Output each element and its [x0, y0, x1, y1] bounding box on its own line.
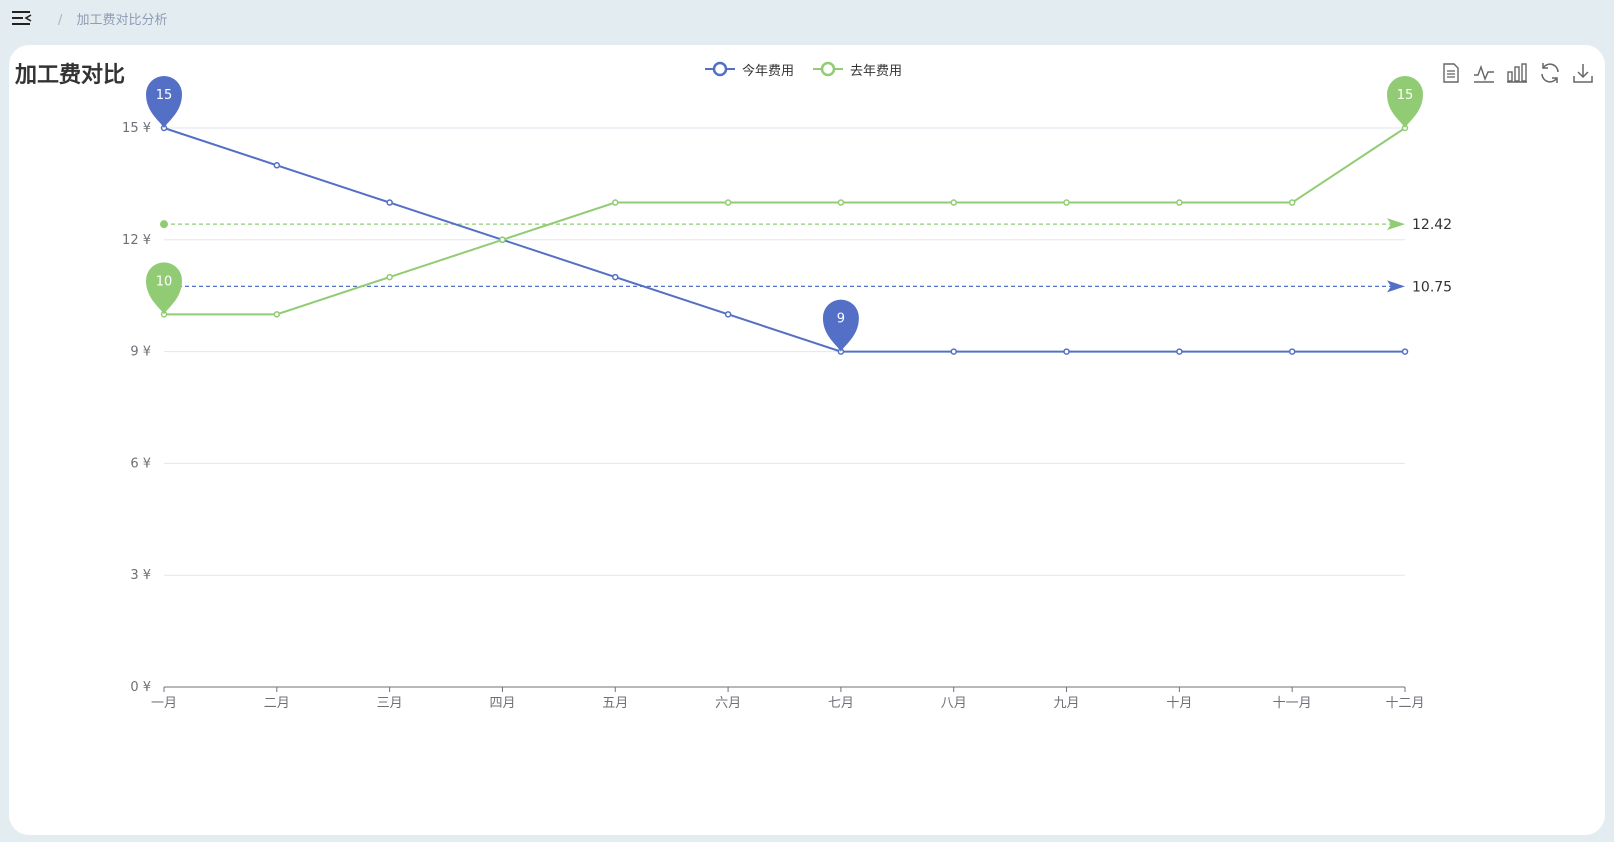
average-line-label: 10.75 [1412, 279, 1452, 295]
y-tick-label: 12 ¥ [122, 233, 151, 248]
breadcrumb-current[interactable]: 加工费对比分析 [77, 13, 168, 28]
average-lines: 10.75 12.42 [160, 217, 1452, 295]
mark-point-label: 15 [156, 88, 173, 103]
x-tick-label: 九月 [1054, 696, 1080, 711]
breadcrumb: / 加工费对比分析 [58, 9, 168, 28]
data-point[interactable] [837, 199, 845, 206]
x-tick-label: 七月 [828, 696, 854, 711]
x-tick-label: 八月 [941, 696, 967, 711]
data-point[interactable] [273, 162, 281, 169]
chart-card: 加工费对比 今年费用 去年费用 0 ¥ 3 ¥ 6 ¥ 9 ¥ 12 ¥ 15 … [9, 45, 1605, 835]
y-tick-label: 6 ¥ [130, 456, 151, 471]
data-point[interactable] [724, 199, 732, 206]
data-point[interactable] [950, 199, 957, 206]
y-tick-label: 9 ¥ [130, 345, 151, 360]
average-line-label: 12.42 [1412, 217, 1452, 233]
data-point[interactable] [386, 273, 393, 281]
top-bar: / 加工费对比分析 [0, 0, 1614, 40]
data-point[interactable] [1176, 348, 1183, 355]
data-point[interactable] [1176, 199, 1183, 206]
data-point[interactable] [612, 199, 619, 206]
data-point[interactable] [386, 199, 393, 206]
x-tick-label: 四月 [489, 696, 515, 711]
x-tick-label: 五月 [602, 696, 628, 711]
menu-toggle-icon[interactable] [11, 9, 33, 27]
y-tick-label: 0 ¥ [130, 680, 151, 695]
breadcrumb-separator: / [58, 13, 63, 28]
data-point[interactable] [499, 236, 506, 244]
data-point[interactable] [950, 348, 957, 355]
data-point[interactable] [1288, 199, 1296, 206]
axes: 0 ¥ 3 ¥ 6 ¥ 9 ¥ 12 ¥ 15 ¥ 一月 二月 三月 四月 五月 六月 七月 八月 九月 十月… [122, 121, 1424, 711]
data-point[interactable] [273, 311, 281, 318]
x-tick-label: 十一月 [1273, 696, 1312, 711]
x-tick-label: 一月 [151, 696, 177, 711]
data-point[interactable] [1063, 199, 1070, 206]
series-line [164, 127, 1406, 316]
mark-point-label: 9 [837, 312, 845, 327]
line-chart: 0 ¥ 3 ¥ 6 ¥ 9 ¥ 12 ¥ 15 ¥ 一月 二月 三月 四月 五月 六月 七月 八月 九月 十月… [122, 76, 1452, 711]
mark-point-label: 15 [1397, 88, 1414, 103]
mark-point-label: 10 [156, 274, 173, 289]
y-tick-label: 3 ¥ [130, 568, 151, 583]
data-point[interactable] [612, 273, 619, 281]
x-tick-label: 十二月 [1385, 696, 1424, 711]
mark-points: 15 9 10 15 [146, 76, 1423, 352]
data-point[interactable] [724, 311, 732, 318]
data-point[interactable] [1063, 348, 1070, 355]
x-tick-label: 三月 [377, 696, 403, 711]
x-tick-label: 二月 [264, 696, 290, 711]
data-point[interactable] [1288, 348, 1296, 355]
x-tick-label: 六月 [715, 696, 741, 711]
data-point[interactable] [1401, 348, 1409, 355]
y-tick-label: 15 ¥ [122, 121, 151, 136]
x-tick-label: 十月 [1166, 696, 1192, 711]
